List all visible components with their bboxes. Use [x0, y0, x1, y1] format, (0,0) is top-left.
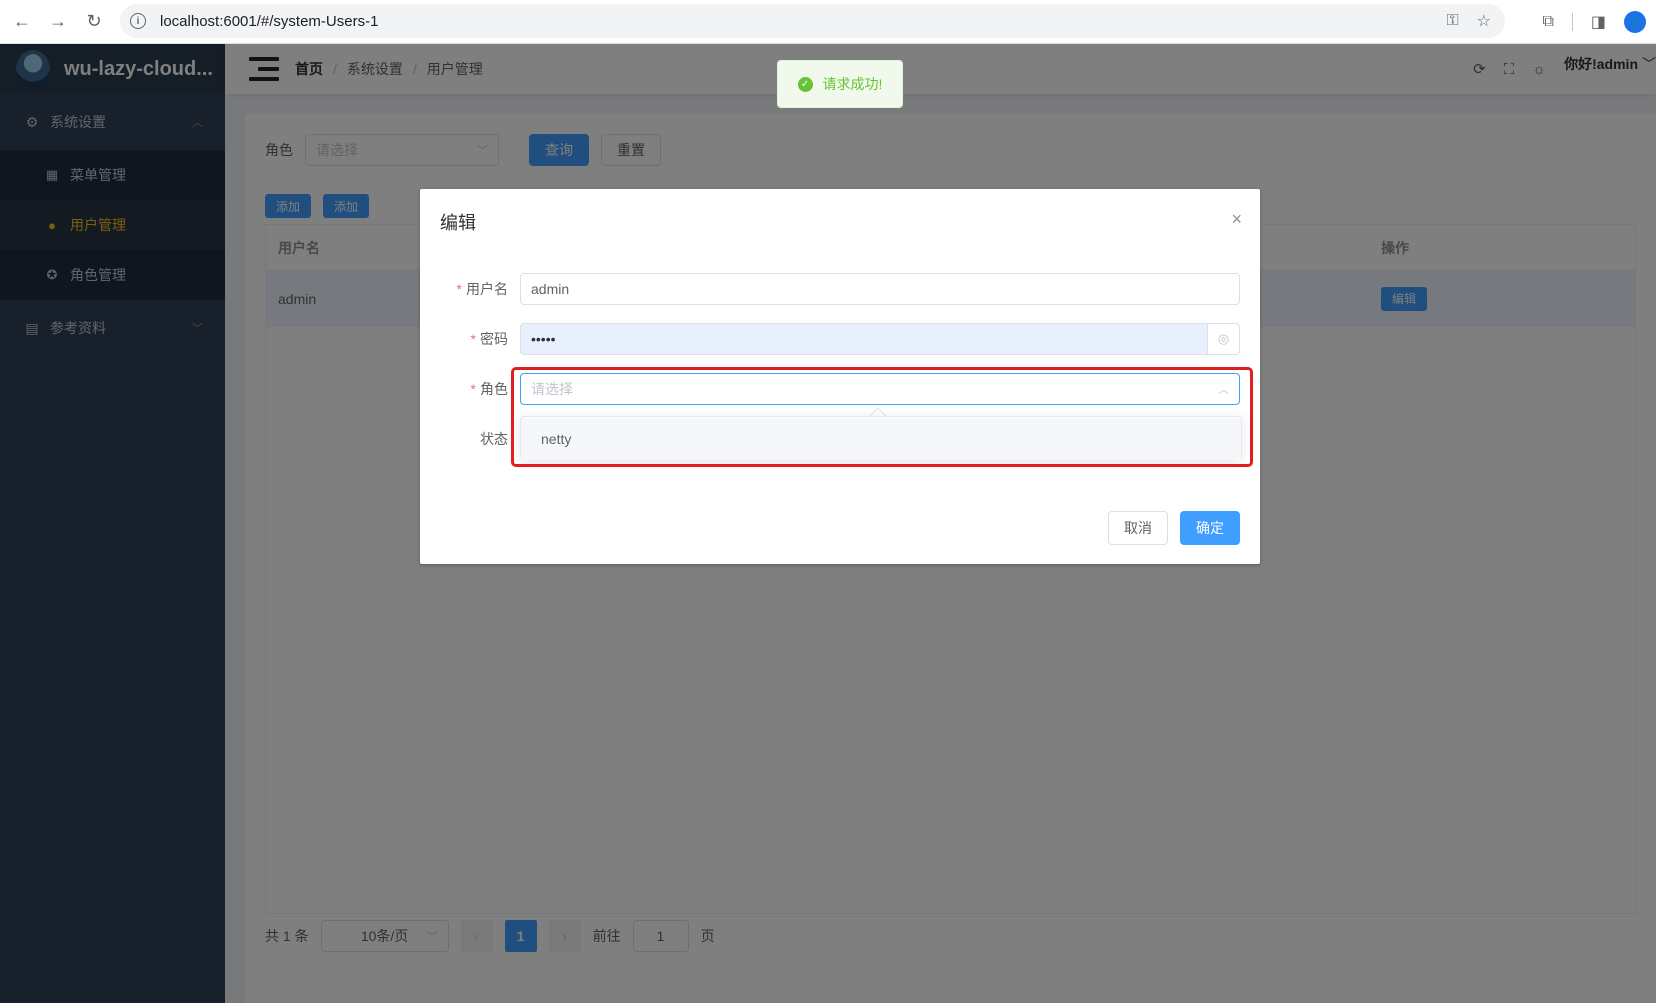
site-info-icon[interactable]: i	[130, 13, 146, 29]
toast-message: 请求成功!	[822, 76, 883, 92]
back-icon[interactable]: ←	[4, 4, 40, 40]
cancel-button[interactable]: 取消	[1108, 511, 1168, 545]
reload-icon[interactable]: ↻	[76, 4, 112, 40]
username-label: * 用户名	[456, 281, 508, 297]
form-row-password: * 密码 ••••• ◎	[420, 322, 1260, 356]
confirm-button[interactable]: 确定	[1180, 511, 1240, 545]
check-circle-icon: ✓	[797, 76, 813, 92]
toolbar-divider	[1571, 13, 1573, 31]
side-panel-icon[interactable]: ◨	[1591, 12, 1606, 32]
dialog-title: 编辑	[440, 213, 476, 233]
profile-icon[interactable]: 👤	[1624, 11, 1646, 33]
form-row-username: * 用户名 admin	[420, 272, 1260, 306]
success-toast: ✓ 请求成功!	[777, 60, 903, 108]
role-label: * 角色	[470, 381, 508, 397]
browser-toolbar: ← → ↻ i localhost:6001/#/system-Users-1 …	[0, 0, 1656, 44]
password-key-icon[interactable]: ⚿	[1446, 12, 1458, 30]
extensions-icon[interactable]: ⧉	[1542, 13, 1553, 31]
url-text[interactable]: localhost:6001/#/system-Users-1	[160, 13, 378, 30]
bookmark-star-icon[interactable]: ☆	[1477, 11, 1491, 31]
password-value: •••••	[531, 331, 556, 347]
address-bar[interactable]: i localhost:6001/#/system-Users-1 ⚿ ☆	[120, 4, 1505, 38]
password-input[interactable]: ••••• ◎	[520, 323, 1240, 355]
password-label: * 密码	[470, 331, 508, 347]
dialog-footer: 取消 确定	[1108, 511, 1240, 545]
eye-off-icon[interactable]: ◎	[1207, 324, 1239, 354]
close-icon[interactable]: ×	[1231, 209, 1242, 230]
status-label: 状态	[480, 431, 508, 447]
forward-icon[interactable]: →	[40, 4, 76, 40]
highlight-annotation	[511, 367, 1253, 467]
username-input[interactable]: admin	[520, 273, 1240, 305]
